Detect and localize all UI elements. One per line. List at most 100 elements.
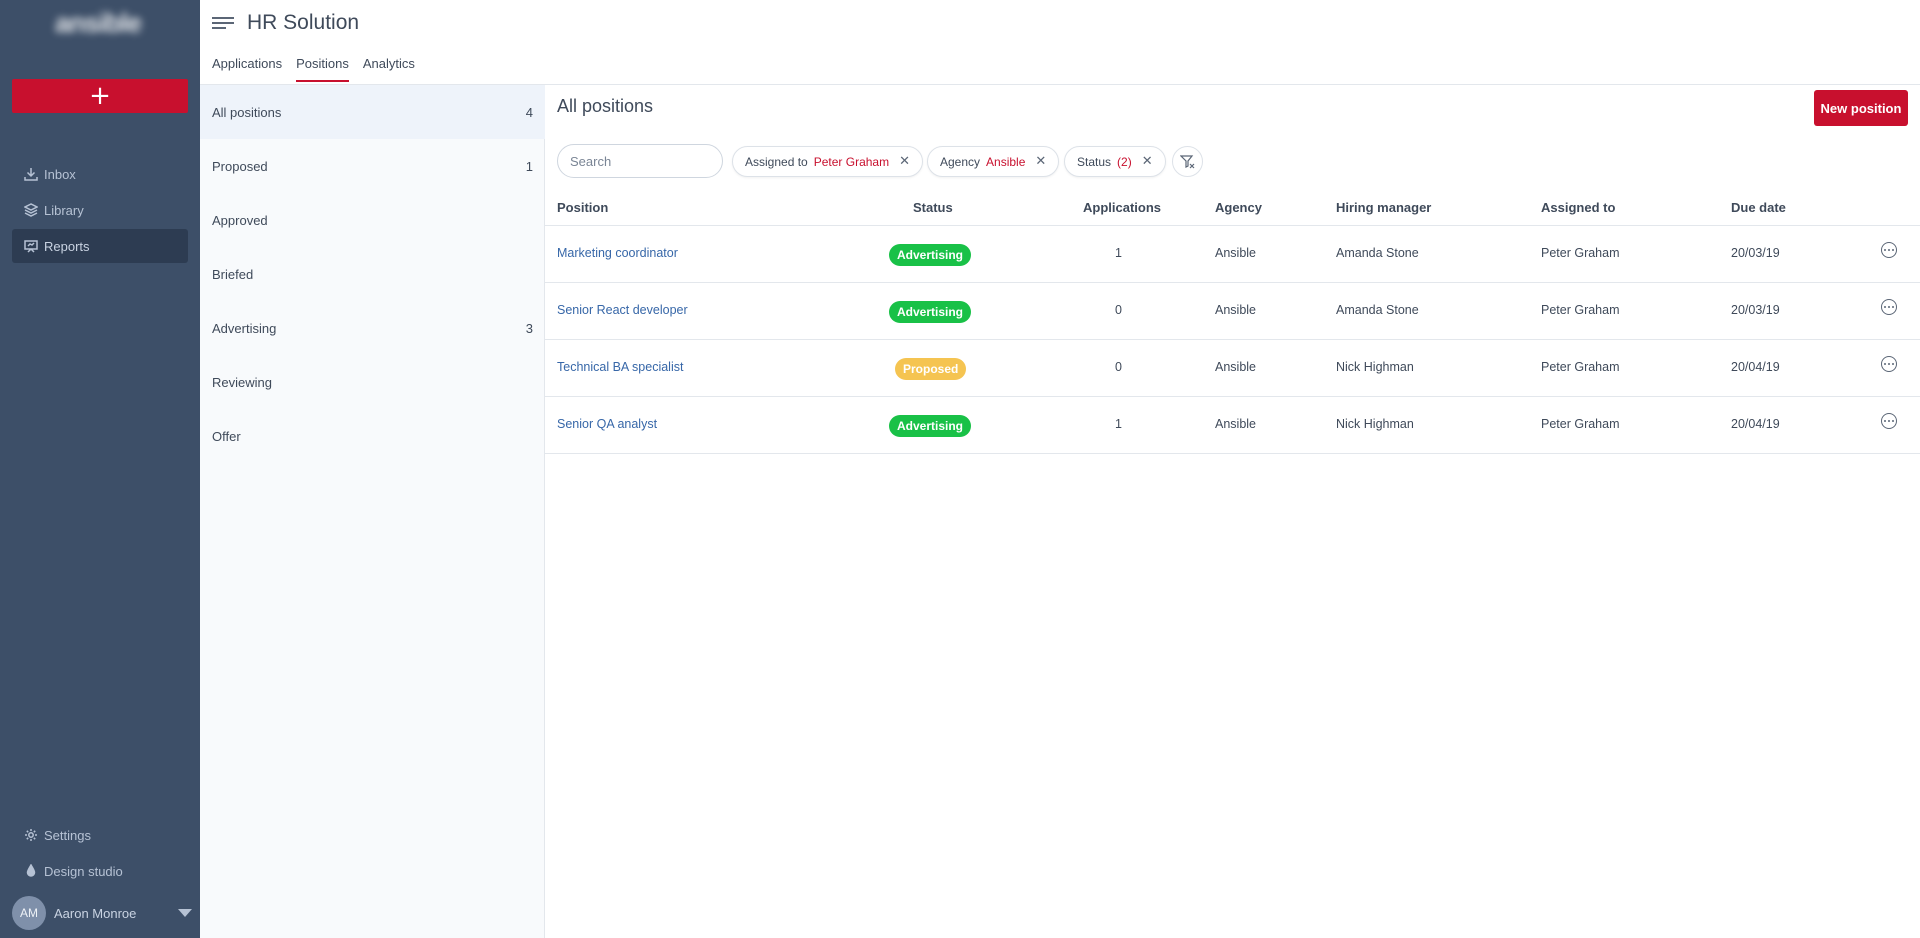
table-row[interactable]: Marketing coordinator Advertising 1 Ansi… [545, 226, 1920, 283]
sidebar: ansible + Inbox Library Reports Settings… [0, 0, 200, 938]
list-item-reviewing[interactable]: Reviewing [200, 355, 545, 409]
sidebar-item-label: Reports [44, 238, 90, 254]
agency-cell: Ansible [1215, 303, 1256, 317]
list-item-label: Approved [212, 212, 268, 228]
filter-label: Agency [940, 154, 981, 169]
download-icon [24, 168, 38, 181]
list-item-label: Proposed [212, 158, 268, 174]
table-row[interactable]: Technical BA specialist Proposed 0 Ansib… [545, 340, 1920, 397]
header: HR Solution Applications Positions Analy… [200, 0, 1920, 85]
filter-chip-assigned-to[interactable]: Assigned to Peter Graham ✕ [732, 146, 923, 177]
more-options-icon[interactable] [1881, 356, 1897, 372]
list-item-briefed[interactable]: Briefed [200, 247, 545, 301]
agency-cell: Ansible [1215, 417, 1256, 431]
due-date-cell: 20/03/19 [1731, 246, 1780, 260]
filter-value: Ansible [986, 154, 1026, 169]
list-item-label: Offer [212, 428, 241, 444]
logo: ansible [54, 7, 142, 38]
list-item-count: 1 [525, 158, 533, 174]
position-link[interactable]: Senior QA analyst [557, 417, 657, 431]
status-badge: Advertising [889, 244, 972, 266]
sidebar-item-label: Design studio [44, 863, 123, 879]
position-link[interactable]: Technical BA specialist [557, 360, 683, 374]
list-item-proposed[interactable]: Proposed 1 [200, 139, 545, 193]
list-item-approved[interactable]: Approved [200, 193, 545, 247]
assigned-to-cell: Peter Graham [1541, 303, 1620, 317]
hiring-manager-cell: Amanda Stone [1336, 303, 1419, 317]
filter-label: Assigned to [745, 154, 808, 169]
close-icon[interactable]: ✕ [899, 154, 910, 169]
applications-count: 1 [1115, 246, 1122, 260]
list-item-all-positions[interactable]: All positions 4 [200, 85, 545, 139]
tab-analytics[interactable]: Analytics [363, 56, 415, 82]
user-name: Aaron Monroe [54, 905, 137, 921]
tab-positions[interactable]: Positions [296, 56, 349, 82]
table-header: Position Status Applications Agency Hiri… [545, 190, 1920, 226]
status-badge: Advertising [889, 415, 972, 437]
column-header[interactable]: Applications [1083, 200, 1161, 215]
sidebar-item-inbox[interactable]: Inbox [12, 157, 188, 191]
table-row[interactable]: Senior QA analyst Advertising 1 Ansible … [545, 397, 1920, 454]
more-options-icon[interactable] [1881, 242, 1897, 258]
column-header[interactable]: Status [913, 200, 953, 215]
filter-value: Peter Graham [813, 154, 890, 169]
hiring-manager-cell: Amanda Stone [1336, 246, 1419, 260]
applications-count: 0 [1115, 303, 1122, 317]
agency-cell: Ansible [1215, 360, 1256, 374]
more-options-icon[interactable] [1881, 299, 1897, 315]
close-icon[interactable]: ✕ [1035, 154, 1046, 169]
hiring-manager-cell: Nick Highman [1336, 417, 1414, 431]
filter-chip-agency[interactable]: Agency Ansible ✕ [927, 146, 1060, 177]
assigned-to-cell: Peter Graham [1541, 246, 1620, 260]
agency-cell: Ansible [1215, 246, 1256, 260]
filter-value: (2) [1117, 154, 1132, 169]
sidebar-item-settings[interactable]: Settings [12, 818, 188, 852]
applications-count: 0 [1115, 360, 1122, 374]
filter-chip-status[interactable]: Status (2) ✕ [1064, 146, 1166, 177]
list-item-label: Advertising [212, 320, 277, 336]
hamburger-icon[interactable] [212, 17, 234, 31]
column-header[interactable]: Agency [1215, 200, 1262, 215]
filter-button[interactable] [1172, 146, 1203, 177]
table-row[interactable]: Senior React developer Advertising 0 Ans… [545, 283, 1920, 340]
status-list: All positions 4 Proposed 1 Approved Brie… [200, 85, 545, 938]
list-item-count: 3 [525, 320, 533, 336]
filter-label: Status [1077, 154, 1112, 169]
gear-icon [25, 829, 37, 841]
due-date-cell: 20/04/19 [1731, 360, 1780, 374]
page-title: All positions [557, 96, 654, 116]
caret-down-icon[interactable] [178, 909, 192, 917]
presentation-icon [24, 240, 38, 253]
search-input[interactable] [557, 144, 723, 178]
list-item-label: Briefed [212, 266, 254, 282]
list-item-offer[interactable]: Offer [200, 409, 545, 463]
positions-table: Position Status Applications Agency Hiri… [545, 190, 1920, 454]
column-header[interactable]: Position [557, 200, 608, 215]
due-date-cell: 20/04/19 [1731, 417, 1780, 431]
assigned-to-cell: Peter Graham [1541, 360, 1620, 374]
new-position-button[interactable]: New position [1814, 90, 1908, 126]
add-button[interactable]: + [12, 79, 188, 113]
more-options-icon[interactable] [1881, 413, 1897, 429]
column-header[interactable]: Assigned to [1541, 200, 1615, 215]
sidebar-item-library[interactable]: Library [12, 193, 188, 227]
position-link[interactable]: Senior React developer [557, 303, 688, 317]
due-date-cell: 20/03/19 [1731, 303, 1780, 317]
sidebar-item-label: Settings [44, 827, 91, 843]
status-badge: Proposed [895, 358, 967, 380]
sidebar-item-design-studio[interactable]: Design studio [12, 854, 188, 888]
list-item-label: Reviewing [212, 374, 272, 390]
drop-icon [26, 864, 36, 877]
tab-applications[interactable]: Applications [212, 56, 282, 82]
sidebar-item-reports[interactable]: Reports [12, 229, 188, 263]
list-item-advertising[interactable]: Advertising 3 [200, 301, 545, 355]
close-icon[interactable]: ✕ [1142, 154, 1153, 169]
column-header[interactable]: Due date [1731, 200, 1786, 215]
list-item-count: 4 [525, 104, 533, 120]
list-item-label: All positions [212, 104, 282, 120]
position-link[interactable]: Marketing coordinator [557, 246, 678, 260]
layers-icon [24, 203, 38, 217]
user-menu[interactable]: AM Aaron Monroe [12, 896, 192, 930]
app-title: HR Solution [247, 11, 360, 34]
column-header[interactable]: Hiring manager [1336, 200, 1431, 215]
